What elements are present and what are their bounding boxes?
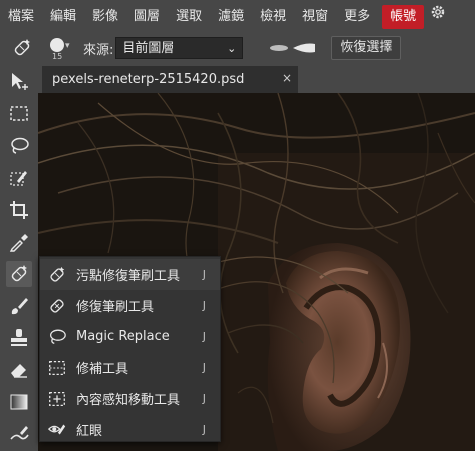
shortcut-key: J bbox=[202, 299, 206, 312]
document-tab[interactable]: pexels-reneterp-2515420.psd × bbox=[42, 66, 298, 93]
flyout-item-patch[interactable]: 修補工具 J bbox=[40, 352, 220, 383]
brush-dot-icon bbox=[50, 38, 64, 52]
shortcut-key: J bbox=[202, 361, 206, 374]
spot-healing-icon[interactable] bbox=[9, 35, 35, 61]
flyout-item-content-aware-move[interactable]: 內容感知移動工具 J bbox=[40, 383, 220, 414]
menu-select[interactable]: 選取 bbox=[168, 0, 210, 33]
stamp-tool-icon[interactable] bbox=[6, 325, 32, 351]
magic-replace-icon bbox=[46, 326, 68, 348]
chevron-down-icon: ⌄ bbox=[227, 42, 237, 55]
red-eye-icon bbox=[46, 419, 68, 441]
smudge-tool-icon[interactable] bbox=[6, 421, 32, 447]
menu-image[interactable]: 影像 bbox=[84, 0, 126, 33]
marquee-tool-icon[interactable] bbox=[6, 101, 32, 127]
menu-bar: 檔案 編輯 影像 圖層 選取 濾鏡 檢視 視窗 更多 帳號 bbox=[0, 0, 475, 33]
menu-window[interactable]: 視窗 bbox=[294, 0, 336, 33]
account-button[interactable]: 帳號 bbox=[382, 4, 425, 29]
content-aware-move-icon bbox=[46, 388, 68, 410]
menu-layer[interactable]: 圖層 bbox=[126, 0, 168, 33]
menu-more[interactable]: 更多 bbox=[336, 0, 378, 33]
brush-size-value: 15 bbox=[52, 52, 63, 61]
flyout-item-spot-healing[interactable]: 污點修復筆刷工具 J bbox=[40, 259, 220, 290]
flyout-item-label: 修復筆刷工具 bbox=[76, 300, 155, 315]
eyedropper-icon[interactable] bbox=[6, 229, 32, 255]
menu-edit[interactable]: 編輯 bbox=[42, 0, 84, 33]
spot-healing-icon[interactable] bbox=[6, 261, 32, 287]
healing-tools-flyout: 污點修復筆刷工具 J 修復筆刷工具 J Magic Replace J 修補工具… bbox=[39, 256, 221, 442]
shortcut-key: J bbox=[202, 268, 206, 281]
source-label: 來源: bbox=[83, 42, 114, 58]
chevron-down-icon: ▾ bbox=[65, 41, 70, 51]
close-icon[interactable]: × bbox=[282, 71, 292, 85]
flyout-item-label: 修補工具 bbox=[76, 362, 129, 377]
menu-filter[interactable]: 濾鏡 bbox=[210, 0, 252, 33]
shortcut-key: J bbox=[202, 392, 206, 405]
patch-tool-icon bbox=[46, 357, 68, 379]
flyout-item-label: Magic Replace bbox=[76, 329, 170, 344]
pen-pressure-icon[interactable] bbox=[265, 38, 325, 58]
options-bar: ▾ 15 來源: 目前圖層 ⌄ 恢復選擇 bbox=[0, 33, 475, 63]
quick-select-icon[interactable] bbox=[6, 165, 32, 191]
document-filename: pexels-reneterp-2515420.psd bbox=[52, 72, 245, 87]
shortcut-key: J bbox=[202, 423, 206, 436]
gear-icon[interactable] bbox=[424, 0, 454, 33]
source-select-value: 目前圖層 bbox=[122, 41, 175, 56]
move-tool-icon[interactable] bbox=[6, 69, 32, 95]
flyout-item-red-eye[interactable]: 紅眼 J bbox=[40, 414, 220, 445]
flyout-item-label: 紅眼 bbox=[76, 424, 103, 439]
spot-healing-icon bbox=[46, 264, 68, 286]
lasso-tool-icon[interactable] bbox=[6, 133, 32, 159]
source-select[interactable]: 目前圖層 ⌄ bbox=[115, 37, 244, 59]
menu-view[interactable]: 檢視 bbox=[252, 0, 294, 33]
eraser-tool-icon[interactable] bbox=[6, 357, 32, 383]
brush-size-picker[interactable]: ▾ 15 bbox=[43, 33, 73, 63]
shortcut-key: J bbox=[202, 330, 206, 343]
gradient-tool-icon[interactable] bbox=[6, 389, 32, 415]
menu-file[interactable]: 檔案 bbox=[0, 0, 42, 33]
flyout-item-label: 污點修復筆刷工具 bbox=[76, 269, 181, 284]
flyout-item-healing-brush[interactable]: 修復筆刷工具 J bbox=[40, 290, 220, 321]
tools-panel bbox=[0, 63, 38, 451]
flyout-item-magic-replace[interactable]: Magic Replace J bbox=[40, 321, 220, 352]
flyout-item-label: 內容感知移動工具 bbox=[76, 393, 181, 408]
healing-brush-icon bbox=[46, 295, 68, 317]
restore-selection-button[interactable]: 恢復選擇 bbox=[331, 36, 402, 60]
document-tab-bar: pexels-reneterp-2515420.psd × bbox=[38, 63, 475, 93]
brush-tool-icon[interactable] bbox=[6, 293, 32, 319]
crop-tool-icon[interactable] bbox=[6, 197, 32, 223]
